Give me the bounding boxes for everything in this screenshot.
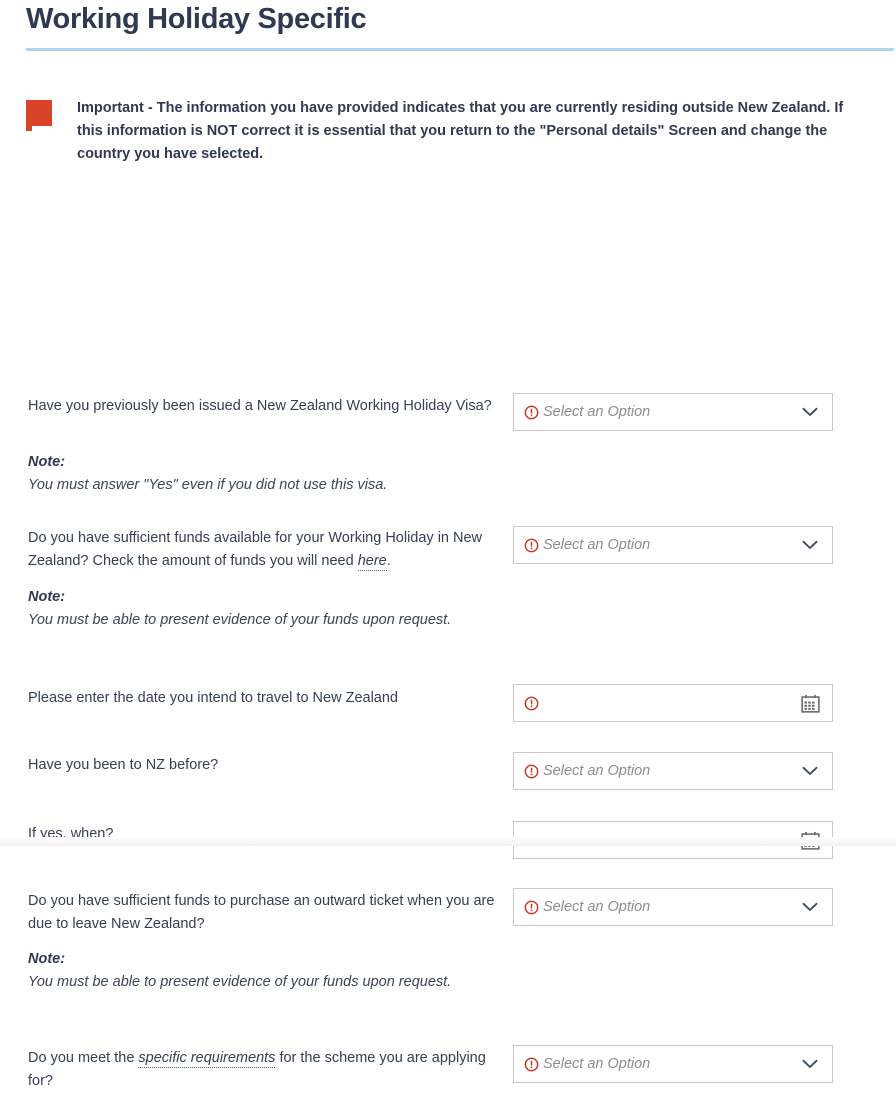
working-holiday-specific-page: Working Holiday Specific Important - The… <box>0 0 896 1089</box>
note-heading: Note: <box>28 951 66 967</box>
select-placeholder: Select an Option <box>543 537 651 553</box>
select-placeholder: Select an Option <box>543 1056 651 1072</box>
chevron-down-icon <box>802 1059 818 1068</box>
title-divider <box>26 48 894 51</box>
question-label-outward-ticket-funds: Do you have sufficient funds to purchase… <box>28 893 495 932</box>
note-heading: Note: <box>28 454 66 470</box>
notice-emphasis-new-zealand: New Zealand <box>737 100 827 116</box>
page-title: Working Holiday Specific <box>26 3 367 35</box>
chevron-down-icon <box>802 407 818 416</box>
calendar-icon[interactable] <box>801 694 820 713</box>
important-notice: Important - The information you have pro… <box>26 97 846 166</box>
question-row-sufficient-funds: Do you have sufficient funds available f… <box>0 203 896 628</box>
warning-circle-icon <box>524 538 539 552</box>
select-sufficient-funds[interactable]: Select an Option <box>513 526 833 564</box>
warning-circle-icon <box>524 764 539 778</box>
date-input-intended-travel-date[interactable] <box>513 684 833 722</box>
question-row-outward-ticket-funds: Do you have sufficient funds to purchase… <box>0 243 896 990</box>
chevron-down-icon <box>802 540 818 549</box>
specific-requirements-link[interactable]: specific requirements <box>138 1050 276 1068</box>
note-body: You must answer "Yes" even if you did no… <box>28 477 388 493</box>
select-been-to-nz[interactable]: Select an Option <box>513 752 833 790</box>
question-row-specific-requirements: Do you meet the specific requirements fo… <box>0 253 896 1089</box>
notice-part-1: Important - The information you have pro… <box>77 100 738 116</box>
question-label-been-to-nz: Have you been to NZ before? <box>28 757 219 773</box>
warning-circle-icon <box>524 696 539 710</box>
question-row-intended-travel-date: Please enter the date you intend to trav… <box>0 213 896 722</box>
select-previous-whv[interactable]: Select an Option <box>513 393 833 431</box>
question-label-sufficient-funds: Do you have sufficient funds available f… <box>28 527 498 573</box>
select-specific-requirements[interactable]: Select an Option <box>513 1045 833 1083</box>
label-part-1: Do you meet the <box>28 1050 139 1066</box>
note-body: You must be able to present evidence of … <box>28 974 452 990</box>
question-label-previous-whv: Have you previously been issued a New Ze… <box>28 398 492 414</box>
note-body: You must be able to present evidence of … <box>28 612 452 628</box>
label-part-1: Do you have sufficient funds available f… <box>28 530 483 569</box>
question-row-if-yes-when: If yes, when? <box>0 233 896 859</box>
question-label-intended-travel-date: Please enter the date you intend to trav… <box>28 690 398 706</box>
select-placeholder: Select an Option <box>543 763 651 779</box>
select-placeholder: Select an Option <box>543 404 651 420</box>
question-row-been-to-nz: Have you been to NZ before? Select an Op… <box>0 223 896 790</box>
chevron-down-icon <box>802 902 818 911</box>
question-row-previous-whv: Have you previously been issued a New Ze… <box>0 193 896 493</box>
warning-circle-icon <box>524 405 539 419</box>
note-outward-ticket-funds: Note: You must be able to present eviden… <box>28 948 498 994</box>
select-placeholder: Select an Option <box>543 899 651 915</box>
bottom-fade <box>0 837 896 846</box>
funds-amount-link[interactable]: here <box>357 553 387 571</box>
label-part-2: . <box>386 553 391 569</box>
red-flag-marker-icon <box>26 100 52 131</box>
chevron-down-icon <box>802 766 818 775</box>
note-heading: Note: <box>28 589 66 605</box>
note-sufficient-funds: Note: You must be able to present eviden… <box>28 586 498 632</box>
select-outward-ticket-funds[interactable]: Select an Option <box>513 888 833 926</box>
note-previous-whv: Note: You must answer "Yes" even if you … <box>28 451 498 497</box>
form-body: Have you previously been issued a New Ze… <box>0 193 896 1089</box>
important-notice-text: Important - The information you have pro… <box>77 97 846 166</box>
warning-circle-icon <box>524 1057 539 1071</box>
warning-circle-icon <box>524 900 539 914</box>
question-label-specific-requirements: Do you meet the specific requirements fo… <box>28 1047 498 1093</box>
